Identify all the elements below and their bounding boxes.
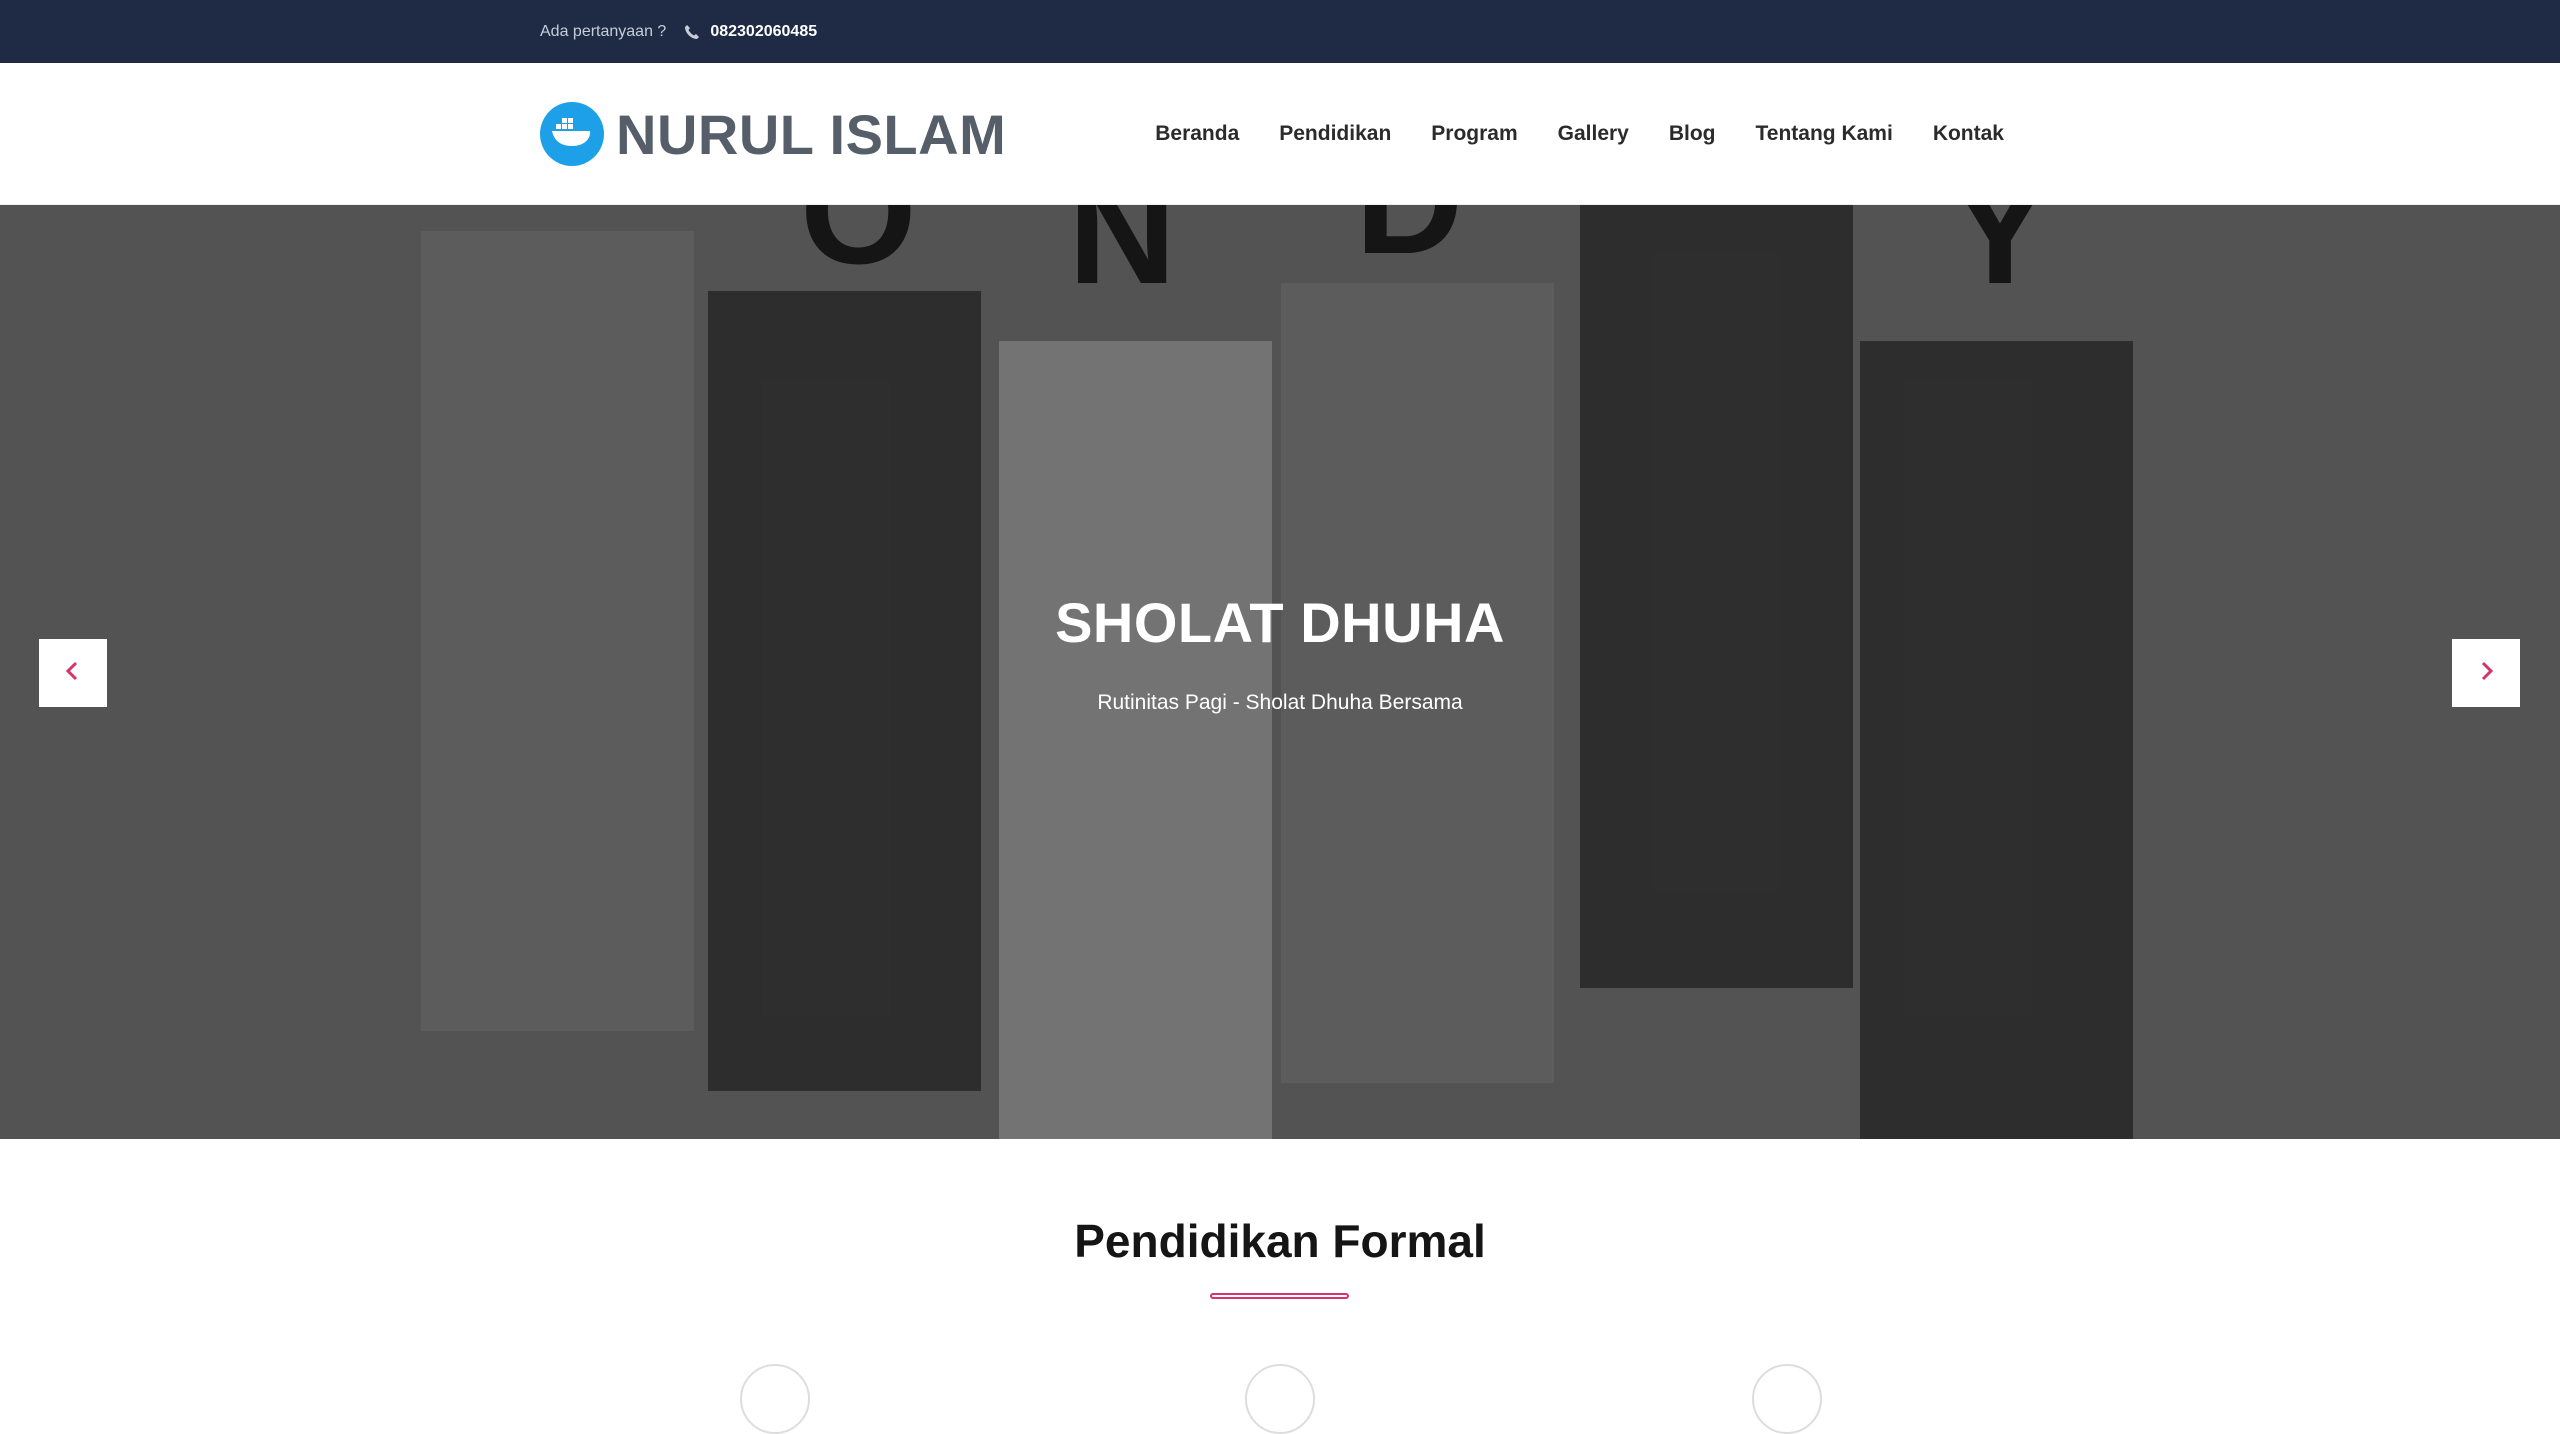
education-icon <box>740 1364 810 1434</box>
nav-item-tentang-kami[interactable]: Tentang Kami <box>1756 122 1893 146</box>
nav-item-pendidikan[interactable]: Pendidikan <box>1279 122 1391 146</box>
brand-logo[interactable]: NURUL ISLAM <box>540 101 1006 167</box>
top-bar-contact: Ada pertanyaan ? 082302060485 <box>540 0 817 63</box>
phone-icon <box>684 24 700 40</box>
section-title: Pendidikan Formal <box>1074 1215 1486 1267</box>
education-icon <box>1752 1364 1822 1434</box>
slider-next-button[interactable] <box>2452 639 2520 707</box>
site-header: NURUL ISLAM Beranda Pendidikan Program G… <box>0 63 2560 205</box>
nav-item-beranda[interactable]: Beranda <box>1155 122 1239 146</box>
chevron-right-icon <box>2474 659 2498 688</box>
top-bar: Ada pertanyaan ? 082302060485 <box>0 0 2560 63</box>
phone-link[interactable]: 082302060485 <box>684 23 817 41</box>
education-icon <box>1245 1364 1315 1434</box>
nav-item-program[interactable]: Program <box>1431 122 1517 146</box>
hero-slider: O N D Y SHOLAT DHUHA Rutinitas Pagi - Sh… <box>0 205 2560 1139</box>
phone-number[interactable]: 082302060485 <box>710 23 817 41</box>
slide-title: SHOLAT DHUHA <box>1055 591 1505 654</box>
brand-name[interactable]: NURUL ISLAM <box>616 102 1006 167</box>
ship-container-logo-icon <box>540 102 604 166</box>
nav-item-kontak[interactable]: Kontak <box>1933 122 2004 146</box>
main-nav: Beranda Pendidikan Program Gallery Blog … <box>1155 63 2004 205</box>
chevron-left-icon <box>61 659 85 688</box>
question-label: Ada pertanyaan ? <box>540 22 667 40</box>
nav-item-blog[interactable]: Blog <box>1669 122 1716 146</box>
section-title-underline <box>1210 1293 1349 1299</box>
slide-subtitle: Rutinitas Pagi - Sholat Dhuha Bersama <box>1097 691 1463 714</box>
slider-prev-button[interactable] <box>39 639 107 707</box>
nav-item-gallery[interactable]: Gallery <box>1558 122 1629 146</box>
